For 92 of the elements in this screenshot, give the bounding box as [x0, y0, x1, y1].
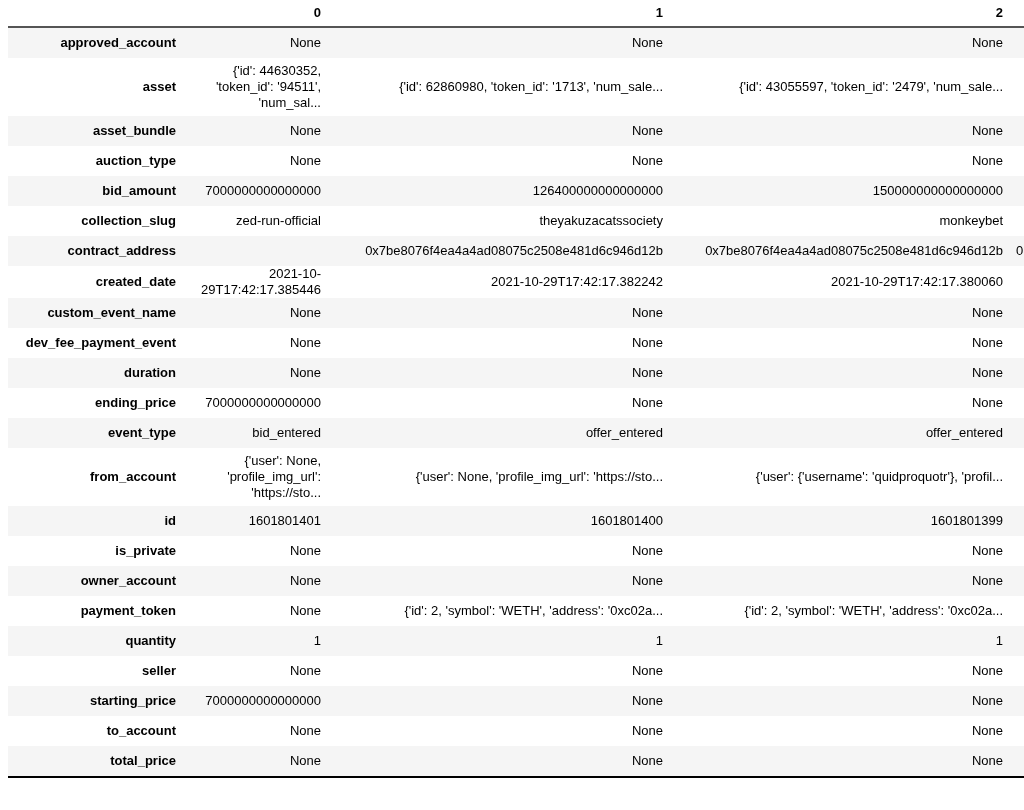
- row-label: approved_account: [8, 27, 185, 58]
- table-cell: 0x7be8076f4ea4a4ad08075c2508e481d6c946d12b: [705, 243, 1003, 258]
- table-cell: None: [289, 663, 321, 678]
- table-cell: None: [631, 663, 663, 678]
- table-cell: None: [971, 573, 1003, 588]
- table-cell: {'id': 2, 'symbol': 'WETH', 'address': '0xc02a...: [404, 603, 663, 618]
- row-label: owner_account: [8, 566, 185, 596]
- table-cell: zed-run-official: [235, 213, 321, 228]
- row-label: contract_address: [8, 236, 185, 266]
- table-cell: 0: [1016, 243, 1024, 258]
- row-label: auction_type: [8, 146, 185, 176]
- table-cell: 7000000000000000: [205, 395, 321, 410]
- table-cell: None: [631, 753, 663, 768]
- row-label: ending_price: [8, 388, 185, 418]
- table-cell: None: [971, 153, 1003, 168]
- row-label: dev_fee_payment_event: [8, 328, 185, 358]
- table-cell: None: [631, 335, 663, 350]
- table-cell: None: [289, 723, 321, 738]
- table-cell: None: [631, 305, 663, 320]
- table-cell: 7000000000000000: [205, 183, 321, 198]
- row-label: bid_amount: [8, 176, 185, 206]
- table-cell: None: [289, 123, 321, 138]
- table-cell: 1601801400: [590, 513, 663, 528]
- table-cell: None: [631, 123, 663, 138]
- table-cell: None: [289, 335, 321, 350]
- table-cell: None: [971, 723, 1003, 738]
- table-cell: 1601801401: [248, 513, 321, 528]
- table-cell: {'user': None, 'profile_img_url': 'https://sto...: [227, 453, 321, 500]
- table-cell: None: [971, 35, 1003, 50]
- table-cell: None: [289, 153, 321, 168]
- table-cell: {'user': {'username': 'quidproquotr'}, 'profil...: [755, 469, 1003, 484]
- table-cell: None: [971, 335, 1003, 350]
- table-cell: 1: [995, 633, 1003, 648]
- table-cell: None: [631, 693, 663, 708]
- table-cell: None: [971, 753, 1003, 768]
- table-cell: None: [289, 543, 321, 558]
- table-cell: None: [289, 35, 321, 50]
- table-cell: None: [289, 305, 321, 320]
- table-cell: None: [971, 693, 1003, 708]
- table-cell: None: [631, 35, 663, 50]
- table-cell: None: [289, 573, 321, 588]
- table-cell: {'id': 62860980, 'token_id': '1713', 'num_sale...: [399, 79, 663, 94]
- table-cell: 1601801399: [930, 513, 1003, 528]
- table-cell: theyakuzacatssociety: [539, 213, 663, 228]
- table-cell: {'id': 43055597, 'token_id': '2479', 'num_sale...: [739, 79, 1003, 94]
- row-label: seller: [8, 656, 185, 686]
- table-cell: None: [289, 603, 321, 618]
- row-label: payment_token: [8, 596, 185, 626]
- table-cell: None: [631, 723, 663, 738]
- row-label: collection_slug: [8, 206, 185, 236]
- table-cell: 7000000000000000: [205, 693, 321, 708]
- table-cell: 1: [655, 633, 663, 648]
- table-cell: None: [971, 663, 1003, 678]
- table-cell: offer_entered: [925, 425, 1003, 440]
- table-cell: None: [971, 543, 1003, 558]
- row-label: from_account: [8, 448, 185, 506]
- table-cell: None: [631, 395, 663, 410]
- table-cell: None: [631, 153, 663, 168]
- table-cell: 126400000000000000: [532, 183, 663, 198]
- table-cell: 2021-10-29T17:42:17.385446: [201, 266, 321, 297]
- table-cell: None: [971, 305, 1003, 320]
- row-label: event_type: [8, 418, 185, 448]
- table-cell: {'user': None, 'profile_img_url': 'https://sto...: [415, 469, 663, 484]
- table-cell: None: [289, 365, 321, 380]
- table-cell: 150000000000000000: [872, 183, 1003, 198]
- table-cell: {'id': 2, 'symbol': 'WETH', 'address': '0xc02a...: [744, 603, 1003, 618]
- table-cell: offer_entered: [585, 425, 663, 440]
- table-cell: {'id': 44630352, 'token_id': '94511', 'num_sal...: [215, 63, 321, 110]
- row-label: duration: [8, 358, 185, 388]
- row-label: total_price: [8, 746, 185, 777]
- table-cell: None: [971, 365, 1003, 380]
- row-label: created_date: [8, 266, 185, 298]
- row-label: id: [8, 506, 185, 536]
- row-label: starting_price: [8, 686, 185, 716]
- table-cell: None: [631, 365, 663, 380]
- row-label: asset_bundle: [8, 116, 185, 146]
- table-cell: None: [971, 395, 1003, 410]
- table-cell: None: [971, 123, 1003, 138]
- table-cell: 0x7be8076f4ea4a4ad08075c2508e481d6c946d12b: [365, 243, 663, 258]
- table-cell: 1: [313, 633, 321, 648]
- table-cell: monkeybet: [939, 213, 1003, 228]
- table-cell: bid_entered: [252, 425, 321, 440]
- row-label: to_account: [8, 716, 185, 746]
- row-label: custom_event_name: [8, 298, 185, 328]
- table-cell: 2021-10-29T17:42:17.382242: [490, 274, 663, 289]
- table-cell: None: [631, 543, 663, 558]
- table-cell: 2021-10-29T17:42:17.380060: [830, 274, 1003, 289]
- table-cell: None: [289, 753, 321, 768]
- row-label: is_private: [8, 536, 185, 566]
- row-label: asset: [8, 58, 185, 116]
- row-label: quantity: [8, 626, 185, 656]
- table-cell: None: [631, 573, 663, 588]
